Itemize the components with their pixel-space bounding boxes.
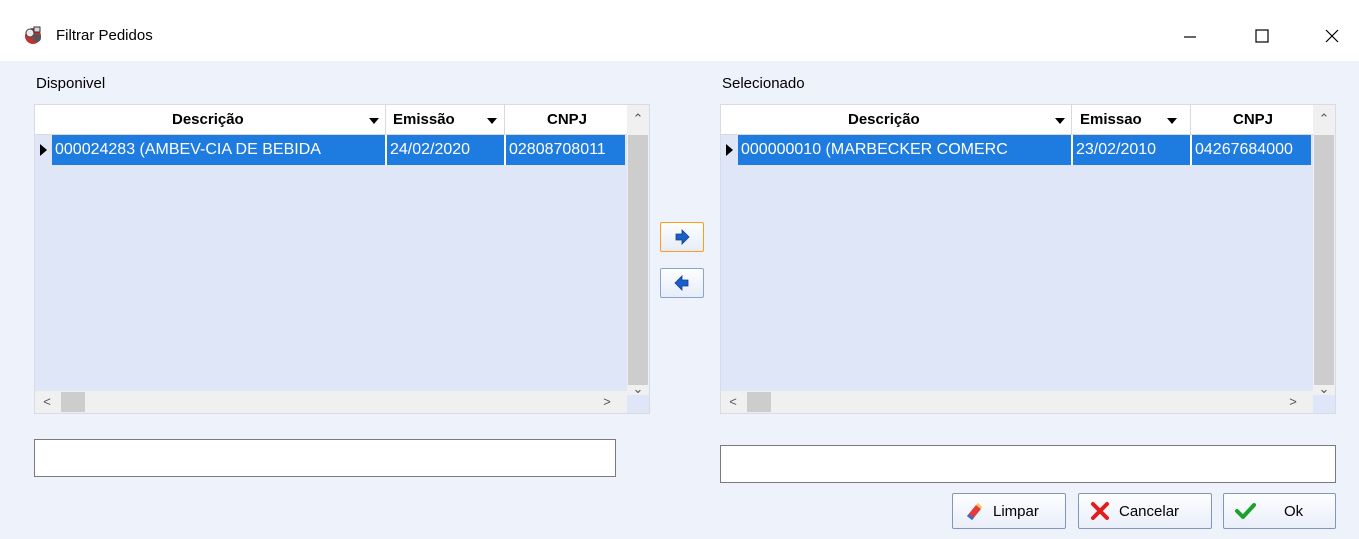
column-header-descricao[interactable]: Descrição — [848, 105, 920, 135]
remove-selected-button[interactable] — [660, 268, 704, 298]
column-header-emissao[interactable]: Emissao — [1080, 105, 1142, 135]
column-header-cnpj[interactable]: CNPJ — [547, 105, 587, 135]
ok-button[interactable]: Ok — [1223, 493, 1336, 529]
scroll-up-icon[interactable]: ⌃ — [628, 109, 648, 129]
column-separator — [385, 105, 386, 135]
available-grid[interactable]: Descrição Emissão CNPJ 000024283 (AMBEV-… — [34, 104, 650, 414]
scrollbar-thumb[interactable] — [61, 392, 85, 412]
maximize-button[interactable] — [1232, 14, 1292, 58]
selected-filter-input[interactable] — [720, 445, 1336, 483]
column-header-descricao[interactable]: Descrição — [172, 105, 244, 135]
scroll-up-icon[interactable]: ⌃ — [1314, 109, 1334, 129]
sort-arrow-icon[interactable] — [369, 118, 379, 124]
table-row[interactable]: 000000010 (MARBECKER COMERC 23/02/2010 0… — [721, 135, 1335, 165]
cancelar-button[interactable]: Cancelar — [1078, 493, 1212, 529]
column-separator — [504, 105, 505, 135]
maximize-icon — [1255, 29, 1269, 43]
vertical-scrollbar[interactable]: ⌃ ⌄ — [627, 105, 649, 396]
scrollbar-thumb[interactable] — [628, 135, 648, 385]
add-selected-button[interactable] — [660, 222, 704, 252]
column-separator — [1071, 105, 1072, 135]
window-title: Filtrar Pedidos — [56, 27, 153, 44]
scroll-down-icon[interactable]: ⌄ — [1314, 379, 1334, 399]
horizontal-scrollbar[interactable]: < > — [35, 391, 627, 413]
scroll-left-icon[interactable]: < — [37, 392, 57, 412]
sort-arrow-icon[interactable] — [1167, 118, 1177, 124]
scrollbar-thumb[interactable] — [1314, 135, 1334, 385]
sort-arrow-icon[interactable] — [487, 118, 497, 124]
cell-emissao[interactable]: 24/02/2020 — [387, 135, 504, 165]
scroll-right-icon[interactable]: > — [1283, 392, 1303, 412]
minimize-button[interactable] — [1160, 14, 1220, 58]
title-bar: Filtrar Pedidos — [0, 0, 1359, 62]
arrow-left-icon — [674, 275, 689, 291]
arrow-right-icon — [675, 229, 690, 245]
checkmark-icon — [1232, 498, 1258, 524]
dialog-body: Disponivel Descrição Emissão CNPJ 000024… — [0, 62, 1359, 539]
column-separator — [1190, 105, 1191, 135]
app-icon — [25, 26, 41, 44]
cancel-x-icon — [1087, 498, 1113, 524]
ok-label: Ok — [1284, 502, 1304, 520]
cell-cnpj[interactable]: 02808708011 — [506, 135, 625, 165]
close-button[interactable] — [1302, 14, 1359, 58]
available-filter-input[interactable] — [34, 439, 616, 477]
cell-descricao[interactable]: 000000010 (MARBECKER COMERC — [738, 135, 1071, 165]
scrollbar-thumb[interactable] — [747, 392, 771, 412]
row-indicator-icon — [726, 144, 733, 156]
sort-arrow-icon[interactable] — [1055, 118, 1065, 124]
selected-grid[interactable]: Descrição Emissao CNPJ 000000010 (MARBEC… — [720, 104, 1336, 414]
table-row[interactable]: 000024283 (AMBEV-CIA DE BEBIDA 24/02/202… — [35, 135, 649, 165]
eraser-icon — [961, 498, 987, 524]
column-header-emissao[interactable]: Emissão — [393, 105, 455, 135]
available-label: Disponivel — [36, 75, 106, 92]
limpar-button[interactable]: Limpar — [952, 493, 1066, 529]
scroll-down-icon[interactable]: ⌄ — [628, 379, 648, 399]
row-indicator-icon — [40, 144, 47, 156]
horizontal-scrollbar[interactable]: < > — [721, 391, 1313, 413]
scroll-left-icon[interactable]: < — [723, 392, 743, 412]
limpar-label: Limpar — [993, 502, 1039, 520]
close-icon — [1325, 29, 1339, 43]
grid-header: Descrição Emissão CNPJ — [35, 105, 649, 135]
cell-cnpj[interactable]: 04267684000 — [1192, 135, 1311, 165]
vertical-scrollbar[interactable]: ⌃ ⌄ — [1313, 105, 1335, 396]
minimize-icon — [1184, 36, 1196, 38]
cell-descricao[interactable]: 000024283 (AMBEV-CIA DE BEBIDA — [52, 135, 385, 165]
column-header-cnpj[interactable]: CNPJ — [1233, 105, 1273, 135]
selected-label: Selecionado — [722, 75, 805, 92]
cancelar-label: Cancelar — [1119, 502, 1180, 520]
scroll-right-icon[interactable]: > — [597, 392, 617, 412]
grid-header: Descrição Emissao CNPJ — [721, 105, 1335, 135]
cell-emissao[interactable]: 23/02/2010 — [1073, 135, 1190, 165]
